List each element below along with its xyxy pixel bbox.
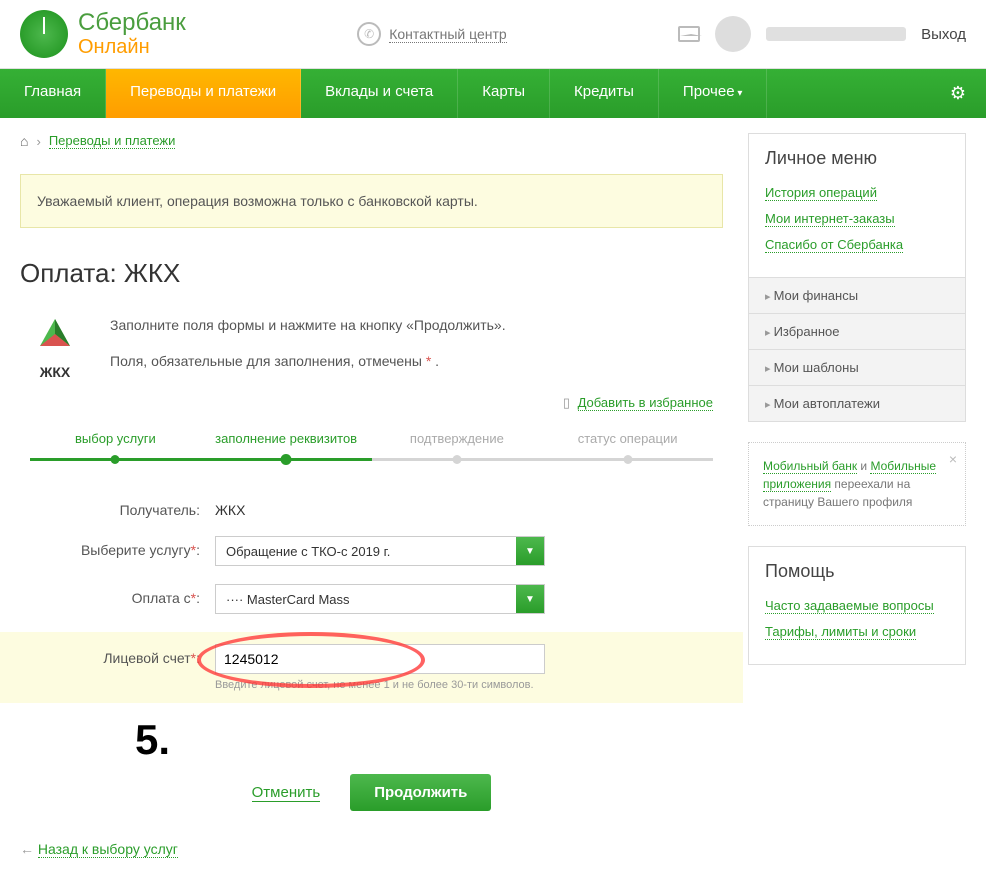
spasibo-link[interactable]: Спасибо от Сбербанка xyxy=(765,237,903,253)
intro-line1: Заполните поля формы и нажмите на кнопку… xyxy=(110,314,723,338)
recipient-value: ЖКХ xyxy=(215,496,723,518)
chevron-down-icon: ▼ xyxy=(516,585,544,613)
orders-link[interactable]: Мои интернет-заказы xyxy=(765,211,895,227)
pay-from-label: Оплата с xyxy=(132,590,191,606)
mobile-bank-link[interactable]: Мобильный банк xyxy=(763,459,857,474)
personal-menu-panel: Личное меню История операций Мои интерне… xyxy=(748,133,966,422)
account-hint: Введите лицевой счет, не менее 1 и не бо… xyxy=(215,679,723,691)
intro-line2-prefix: Поля, обязательные для заполнения, отмеч… xyxy=(110,353,426,369)
back-arrow-icon: ← xyxy=(20,841,34,857)
breadcrumb: ⌂ › Переводы и платежи xyxy=(20,133,723,149)
nav-deposits[interactable]: Вклады и счета xyxy=(301,69,458,118)
contact-center-link[interactable]: Контактный центр xyxy=(389,26,507,43)
pay-from-select[interactable]: ···· MasterCard Mass ▼ xyxy=(215,584,545,614)
service-value: Обращение с ТКО-с 2019 г. xyxy=(216,544,516,559)
service-label: Выберите услугу xyxy=(81,542,191,558)
history-link[interactable]: История операций xyxy=(765,185,877,201)
breadcrumb-separator: › xyxy=(36,134,40,149)
user-name xyxy=(766,27,906,41)
account-label: Лицевой счет xyxy=(103,650,190,666)
favorites[interactable]: Избранное xyxy=(749,313,965,349)
my-finances[interactable]: Мои финансы xyxy=(749,277,965,313)
step-4: статус операции xyxy=(542,431,713,461)
add-favorite-link[interactable]: Добавить в избранное xyxy=(578,395,713,411)
nav-other[interactable]: Прочее xyxy=(659,69,767,118)
mail-icon[interactable] xyxy=(678,26,700,42)
page-title: Оплата: ЖКХ xyxy=(20,258,723,289)
mobile-notice: × Мобильный банк и Мобильные приложения … xyxy=(748,442,966,526)
breadcrumb-link[interactable]: Переводы и платежи xyxy=(49,133,176,149)
nav-transfers[interactable]: Переводы и платежи xyxy=(106,69,301,118)
personal-menu-title: Личное меню xyxy=(749,134,965,177)
sberbank-logo-icon xyxy=(20,10,68,58)
back-link[interactable]: Назад к выбору услуг xyxy=(38,841,178,858)
faq-link[interactable]: Часто задаваемые вопросы xyxy=(765,598,934,614)
intro-line2-suffix: . xyxy=(431,353,439,369)
bookmark-icon: ▯ xyxy=(563,395,570,410)
help-title: Помощь xyxy=(749,547,965,590)
logo-subtitle: Онлайн xyxy=(78,36,186,58)
provider-icon: ЖКХ xyxy=(20,314,90,380)
logout-link[interactable]: Выход xyxy=(921,26,966,43)
info-message: Уважаемый клиент, операция возможна толь… xyxy=(20,174,723,228)
logo-name: Сбербанк xyxy=(78,10,186,36)
annotation-number: 5. xyxy=(135,716,723,764)
chevron-down-icon: ▼ xyxy=(516,537,544,565)
my-templates[interactable]: Мои шаблоны xyxy=(749,349,965,385)
phone-icon: ✆ xyxy=(357,22,381,46)
my-autopayments[interactable]: Мои автоплатежи xyxy=(749,385,965,421)
avatar[interactable] xyxy=(715,16,751,52)
nav-cards[interactable]: Карты xyxy=(458,69,550,118)
service-select[interactable]: Обращение с ТКО-с 2019 г. ▼ xyxy=(215,536,545,566)
close-icon[interactable]: × xyxy=(949,449,957,470)
cancel-button[interactable]: Отменить xyxy=(252,784,321,802)
continue-button[interactable]: Продолжить xyxy=(350,774,491,811)
step-2: заполнение реквизитов xyxy=(201,431,372,461)
provider-label: ЖКХ xyxy=(20,364,90,380)
step-3: подтверждение xyxy=(372,431,543,461)
help-panel: Помощь Часто задаваемые вопросы Тарифы, … xyxy=(748,546,966,665)
step-indicator: выбор услуги заполнение реквизитов подтв… xyxy=(20,431,723,461)
account-input[interactable] xyxy=(215,644,545,674)
step-1: выбор услуги xyxy=(30,431,201,461)
nav-credits[interactable]: Кредиты xyxy=(550,69,659,118)
home-icon[interactable]: ⌂ xyxy=(20,133,28,149)
logo[interactable]: Сбербанк Онлайн xyxy=(20,10,186,58)
settings-gear-icon[interactable]: ⚙ xyxy=(930,69,986,118)
pay-from-value: ···· MasterCard Mass xyxy=(216,592,516,607)
main-nav: Главная Переводы и платежи Вклады и счет… xyxy=(0,69,986,118)
nav-main[interactable]: Главная xyxy=(0,69,106,118)
tariffs-link[interactable]: Тарифы, лимиты и сроки xyxy=(765,624,916,640)
recipient-label: Получатель: xyxy=(20,496,215,518)
